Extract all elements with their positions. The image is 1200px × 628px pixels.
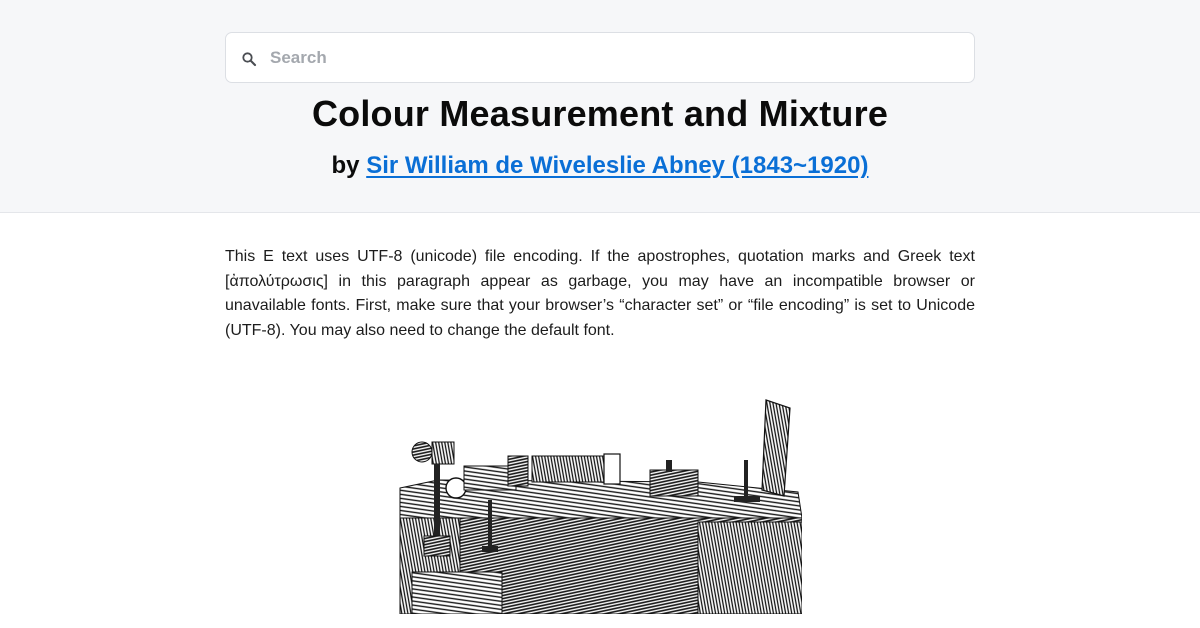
author-link[interactable]: Sir William de Wiveleslie Abney (1843~19…: [366, 152, 868, 179]
byline: by Sir William de Wiveleslie Abney (1843…: [0, 152, 1200, 180]
laboratory-apparatus-illustration: [399, 399, 802, 614]
header-section: Colour Measurement and Mixture by Sir Wi…: [0, 0, 1200, 213]
search-box[interactable]: [225, 32, 975, 83]
page-title: Colour Measurement and Mixture: [311, 93, 889, 134]
search-icon: [242, 52, 257, 67]
search-input[interactable]: [270, 33, 970, 82]
encoding-notice: This E text uses UTF-8 (unicode) file en…: [225, 248, 975, 340]
byline-prefix: by: [331, 152, 360, 179]
